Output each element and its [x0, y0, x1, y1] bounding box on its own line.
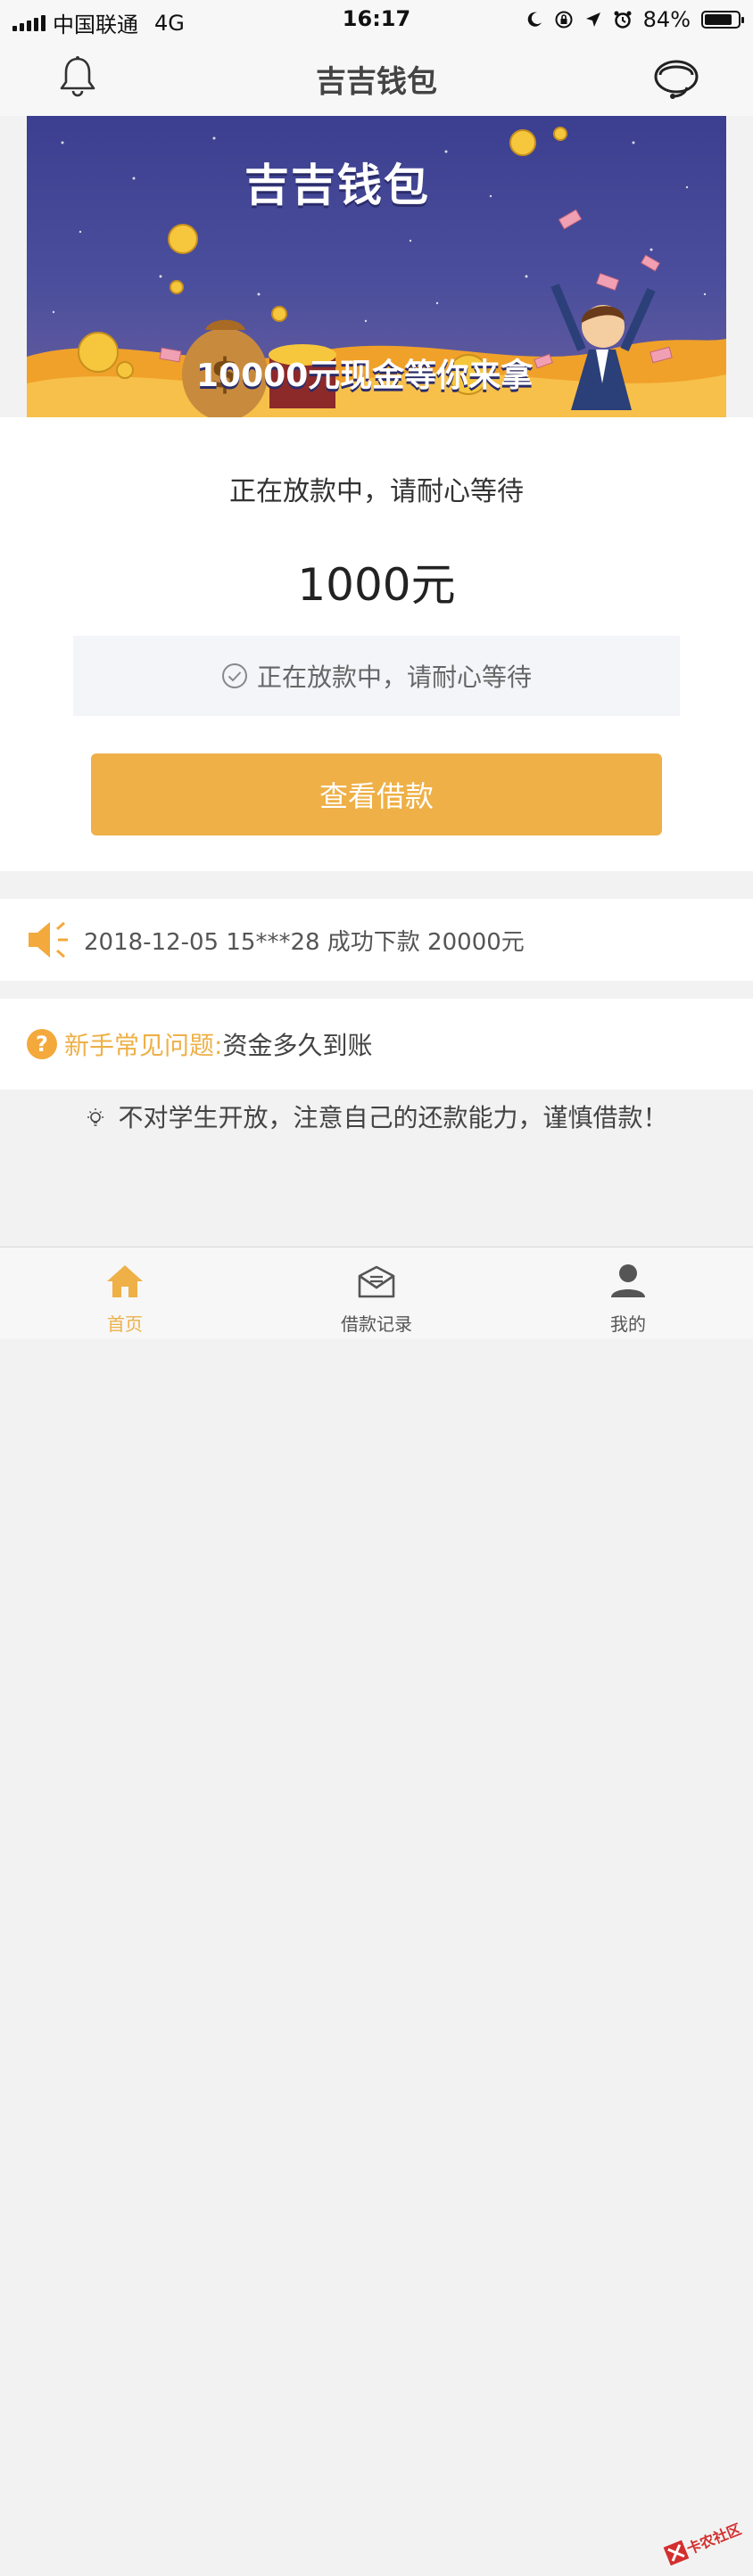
alarm-icon [614, 11, 632, 29]
watermark-text: 卡农社区 [684, 2521, 743, 2558]
faq-row[interactable]: ? 新手常见问题: 资金多久到账 [0, 999, 753, 1090]
tab-profile[interactable]: 我的 [539, 1247, 717, 1338]
status-bar: 中国联通 4G 16:17 84% [0, 0, 753, 39]
loan-status-card: 正在放款中，请耐心等待 1000元 正在放款中，请耐心等待 查看借款 [0, 417, 753, 871]
faq-question: 资金多久到账 [222, 1031, 373, 1060]
location-icon [585, 12, 600, 27]
watermark-logo: 卡农社区 [663, 2521, 743, 2566]
mail-icon [358, 1265, 395, 1298]
banner-subtitle: 10000元现金等你来拿 [196, 358, 534, 394]
user-icon [611, 1264, 645, 1297]
tip-text: 不对学生开放，注意自己的还款能力，谨慎借款！ [118, 1103, 668, 1132]
announcement-ticker: 2018-12-05 15***28 成功下款 20000元 [0, 899, 753, 981]
borrowing-tip: 不对学生开放，注意自己的还款能力，谨慎借款！ [0, 1099, 753, 1134]
loan-notice-text: 正在放款中，请耐心等待 [256, 663, 532, 692]
loan-amount: 1000元 [297, 559, 456, 611]
tab-label: 我的 [610, 1313, 646, 1335]
lightbulb-icon [87, 1108, 103, 1126]
promo-banner[interactable]: $ 吉吉钱包 10000元现金等你来拿 [27, 116, 726, 417]
loan-notice: 正在放款中，请耐心等待 [73, 636, 680, 716]
moon-icon [527, 12, 542, 27]
customer-service-icon[interactable] [651, 55, 701, 100]
question-icon: ? [27, 1029, 57, 1059]
speaker-icon [29, 921, 68, 959]
check-circle-icon [221, 663, 247, 688]
tab-loan-records[interactable]: 借款记录 [287, 1247, 466, 1338]
rotation-lock-icon [555, 11, 573, 29]
tab-bar: 首页 借款记录 我的 卡农社区 [0, 1247, 753, 2566]
page-title: 吉吉钱包 [316, 64, 437, 100]
tab-label: 借款记录 [341, 1313, 412, 1335]
ticker-text: 2018-12-05 15***28 成功下款 20000元 [84, 928, 525, 956]
battery-icon [701, 11, 744, 29]
tab-label: 首页 [107, 1313, 143, 1335]
nav-bar: 吉吉钱包 [0, 39, 753, 116]
loan-status-text: 正在放款中，请耐心等待 [229, 476, 524, 507]
view-loan-button[interactable]: 查看借款 [91, 753, 662, 835]
home-icon [107, 1265, 143, 1297]
faq-label: 新手常见问题: [64, 1031, 223, 1060]
battery-percent: 84% [642, 7, 691, 32]
banner-title: 吉吉钱包 [244, 160, 430, 211]
tab-home[interactable]: 首页 [36, 1247, 214, 1338]
